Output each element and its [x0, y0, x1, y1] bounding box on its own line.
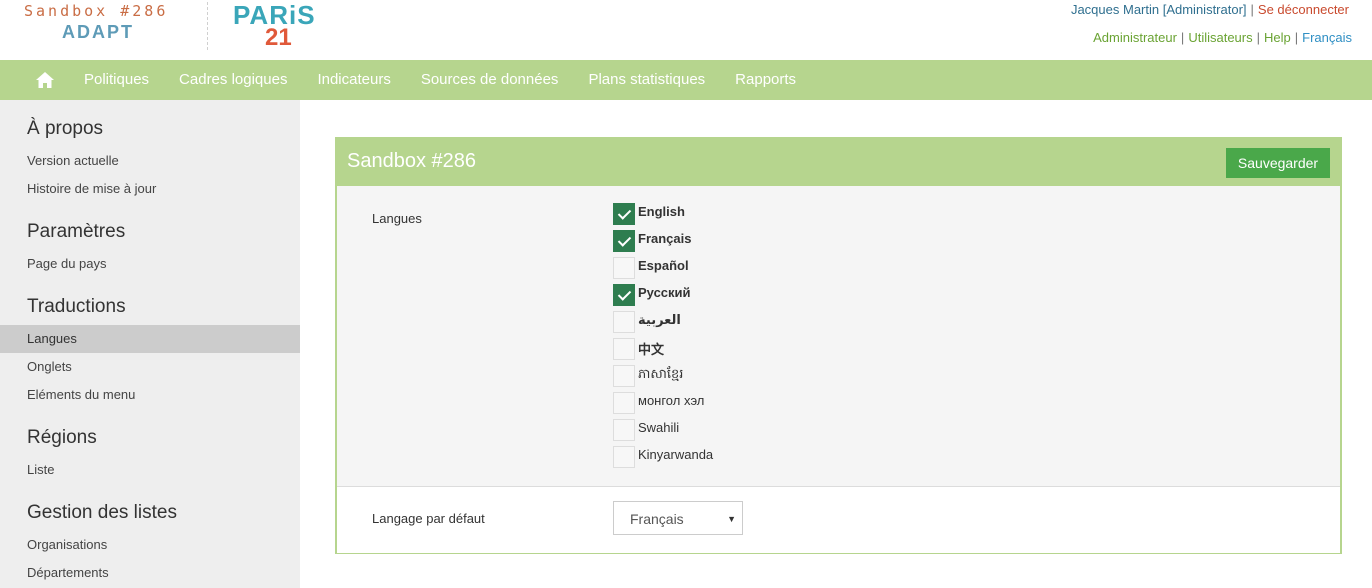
nav-item-sources-de-donnees[interactable]: Sources de données [406, 60, 574, 100]
sidebar-item-histoire[interactable]: Histoire de mise à jour [0, 175, 300, 203]
checkbox[interactable] [613, 392, 635, 414]
sidebar-heading-a-propos: À propos [27, 118, 104, 139]
checkbox[interactable] [613, 311, 635, 333]
logo-divider [207, 2, 208, 50]
language-option-english[interactable]: English [613, 200, 873, 227]
default-language-row: Langage par défaut Français ▼ [337, 486, 1340, 553]
nav-item-plans-statistiques[interactable]: Plans statistiques [573, 60, 720, 100]
language-name: Français [638, 231, 692, 246]
sidebar-item-version-actuelle[interactable]: Version actuelle [0, 147, 300, 175]
language-option-swahili[interactable]: Swahili [613, 416, 873, 443]
language-name: Español [638, 258, 689, 273]
language-name: ភាសាខ្មែរ [638, 366, 684, 381]
language-name: 中文 [638, 342, 665, 357]
language-option-kinyarwanda[interactable]: Kinyarwanda [613, 443, 873, 470]
sidebar-item-elements-du-menu[interactable]: Eléments du menu [0, 381, 300, 409]
language-name: Русский [638, 285, 691, 300]
default-language-select[interactable]: Français ▼ [613, 501, 743, 535]
language-name: Swahili [638, 420, 680, 435]
admin-link[interactable]: Administrateur [1093, 30, 1177, 45]
separator: | [1294, 30, 1299, 45]
nav-items: Politiques Cadres logiques Indicateurs S… [69, 60, 811, 100]
checkbox[interactable] [613, 446, 635, 468]
language-option-russian[interactable]: Русский [613, 281, 873, 308]
separator: | [1250, 2, 1254, 17]
save-button[interactable]: Sauvegarder [1226, 148, 1330, 178]
sidebar-item-onglets[interactable]: Onglets [0, 353, 300, 381]
checkbox[interactable] [613, 257, 635, 279]
sidebar: À propos Version actuelle Histoire de mi… [0, 100, 300, 588]
languages-panel: Sandbox #286 Sauvegarder Langues English… [335, 137, 1342, 554]
sidebar-item-liste[interactable]: Liste [0, 456, 300, 484]
panel-header: Sandbox #286 Sauvegarder [337, 139, 1340, 186]
checkbox[interactable] [613, 230, 635, 252]
nav-item-cadres-logiques[interactable]: Cadres logiques [164, 60, 302, 100]
language-checkbox-list: English Français Español Русский العربية… [613, 200, 873, 470]
checkbox[interactable] [613, 338, 635, 360]
default-language-value: Français [630, 511, 684, 527]
sidebar-heading-regions: Régions [27, 427, 97, 448]
nav-item-politiques[interactable]: Politiques [69, 60, 164, 100]
languages-label: Langues [372, 211, 422, 226]
language-name: монгол хэл [638, 393, 705, 408]
checkbox[interactable] [613, 203, 635, 225]
logo-21-text: 21 [265, 24, 292, 51]
home-icon[interactable] [35, 70, 55, 90]
header: Sandbox #286 ADAPT PARiS 21 Jacques Mart… [0, 0, 1372, 60]
user-name-link[interactable]: Jacques Martin [Administrator] [1071, 2, 1247, 17]
language-name: العربية [638, 312, 681, 327]
language-option-khmer[interactable]: ភាសាខ្មែរ [613, 362, 873, 389]
sidebar-heading-traductions: Traductions [27, 296, 126, 317]
language-option-espanol[interactable]: Español [613, 254, 873, 281]
help-link[interactable]: Help [1264, 30, 1291, 45]
logo-sandbox-text: Sandbox #286 [24, 2, 169, 20]
checkbox[interactable] [613, 419, 635, 441]
separator: | [1256, 30, 1260, 45]
sidebar-item-langues[interactable]: Langues [0, 325, 300, 353]
checkbox[interactable] [613, 284, 635, 306]
nav-item-indicateurs[interactable]: Indicateurs [302, 60, 405, 100]
panel-title: Sandbox #286 [347, 150, 477, 172]
sidebar-heading-parametres: Paramètres [27, 221, 126, 242]
sidebar-item-departements[interactable]: Départements [0, 559, 300, 587]
default-language-label: Langage par défaut [372, 511, 485, 526]
users-link[interactable]: Utilisateurs [1188, 30, 1252, 45]
nav-item-rapports[interactable]: Rapports [720, 60, 811, 100]
language-option-chinese[interactable]: 中文 [613, 335, 873, 362]
language-name: English [638, 204, 685, 219]
admin-links: Administrateur | Utilisateurs | Help | Françai… [1093, 30, 1352, 45]
checkbox[interactable] [613, 365, 635, 387]
caret-down-icon: ▼ [727, 514, 736, 524]
sidebar-item-page-du-pays[interactable]: Page du pays [0, 250, 300, 278]
language-option-francais[interactable]: Français [613, 227, 873, 254]
language-option-arabic[interactable]: العربية [613, 308, 873, 335]
user-line: Jacques Martin [Administrator] | Se déconn… [1071, 2, 1349, 17]
separator: | [1180, 30, 1185, 45]
language-option-mongolian[interactable]: монгол хэл [613, 389, 873, 416]
main-nav: Politiques Cadres logiques Indicateurs S… [0, 60, 1372, 100]
logo-adapt-text: ADAPT [62, 22, 134, 42]
language-link[interactable]: Français [1302, 30, 1352, 45]
sidebar-heading-gestion-des-listes: Gestion des listes [27, 502, 177, 523]
logout-link[interactable]: Se déconnecter [1258, 2, 1349, 17]
sidebar-item-organisations[interactable]: Organisations [0, 531, 300, 559]
language-name: Kinyarwanda [638, 447, 714, 462]
